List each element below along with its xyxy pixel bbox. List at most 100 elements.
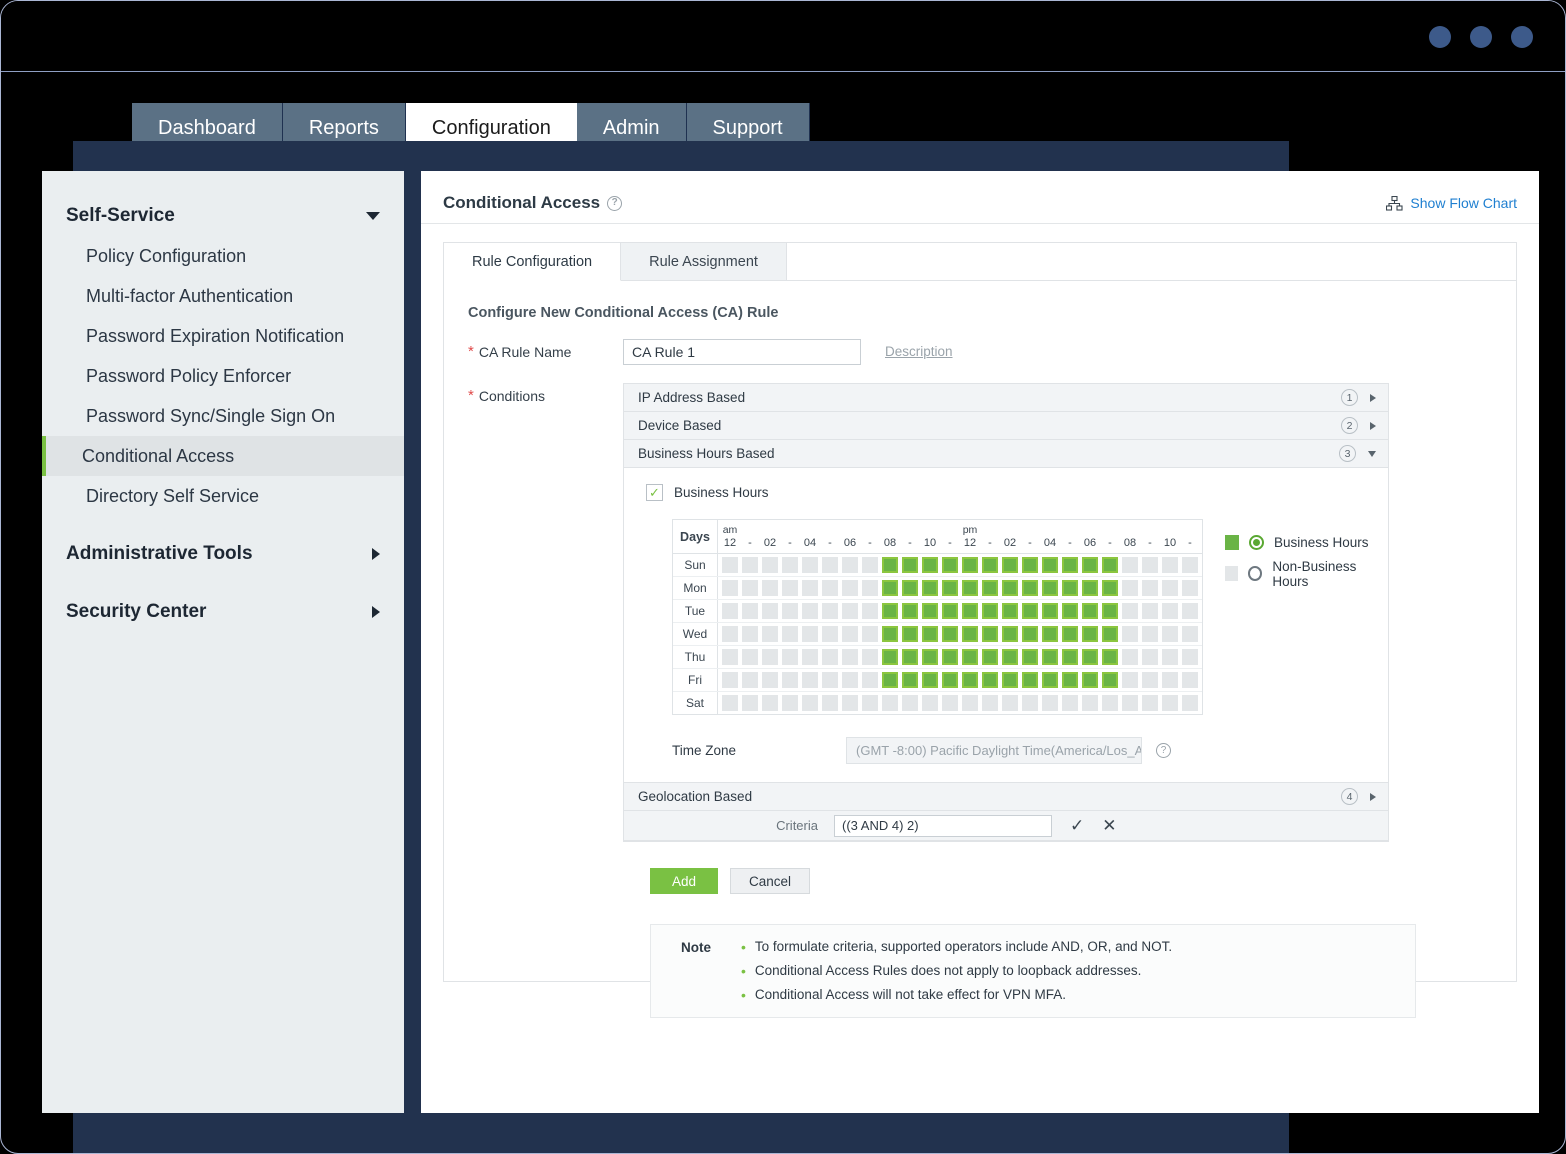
hour-cell[interactable] <box>922 626 938 642</box>
window-dot-2[interactable] <box>1470 26 1492 48</box>
hour-cell[interactable] <box>742 672 758 688</box>
hour-cell[interactable] <box>962 557 978 573</box>
hour-cell[interactable] <box>842 672 858 688</box>
sidebar-group-self-service[interactable]: Self-Service <box>42 196 404 236</box>
hour-cell[interactable] <box>1162 557 1178 573</box>
hour-cell[interactable] <box>862 603 878 619</box>
hour-cell[interactable] <box>762 557 778 573</box>
hour-cell[interactable] <box>902 626 918 642</box>
hour-cell[interactable] <box>1042 695 1058 711</box>
hour-cell[interactable] <box>822 672 838 688</box>
hour-cell[interactable] <box>962 626 978 642</box>
hour-cell[interactable] <box>882 603 898 619</box>
hour-cell[interactable] <box>802 649 818 665</box>
hour-cell[interactable] <box>1042 649 1058 665</box>
hour-cell[interactable] <box>782 626 798 642</box>
hour-cell[interactable] <box>982 603 998 619</box>
hour-cell[interactable] <box>1182 603 1198 619</box>
hour-cell[interactable] <box>1162 695 1178 711</box>
hour-cell[interactable] <box>1162 580 1178 596</box>
help-circle-icon[interactable]: ? <box>607 195 623 211</box>
hour-cell[interactable] <box>722 557 738 573</box>
hour-cell[interactable] <box>822 603 838 619</box>
hour-cell[interactable] <box>1122 695 1138 711</box>
hour-cell[interactable] <box>842 557 858 573</box>
hour-cell[interactable] <box>942 626 958 642</box>
hour-cell[interactable] <box>722 695 738 711</box>
business-hours-checkbox[interactable]: ✓ <box>646 484 663 501</box>
hour-cell[interactable] <box>1022 603 1038 619</box>
hour-cell[interactable] <box>902 603 918 619</box>
hour-cell[interactable] <box>1062 557 1078 573</box>
hour-cell[interactable] <box>1182 626 1198 642</box>
hour-cell[interactable] <box>862 672 878 688</box>
hour-cell[interactable] <box>1002 580 1018 596</box>
hour-cell[interactable] <box>802 603 818 619</box>
hour-cell[interactable] <box>882 672 898 688</box>
hour-cell[interactable] <box>842 580 858 596</box>
sidebar-item-directory-self-service[interactable]: Directory Self Service <box>42 476 404 516</box>
sidebar-item-multi-factor-authentication[interactable]: Multi-factor Authentication <box>42 276 404 316</box>
legend-radio-non-business-hours[interactable] <box>1248 566 1263 581</box>
hour-cell[interactable] <box>1022 626 1038 642</box>
hour-cell[interactable] <box>722 580 738 596</box>
hour-cell[interactable] <box>742 626 758 642</box>
hour-cell[interactable] <box>922 603 938 619</box>
hour-cell[interactable] <box>1182 672 1198 688</box>
hour-cell[interactable] <box>982 580 998 596</box>
hour-cell[interactable] <box>1182 557 1198 573</box>
hour-cell[interactable] <box>722 672 738 688</box>
hour-cell[interactable] <box>1002 557 1018 573</box>
hour-cell[interactable] <box>802 580 818 596</box>
hour-cell[interactable] <box>1142 649 1158 665</box>
help-circle-icon[interactable]: ? <box>1156 743 1171 758</box>
hour-cell[interactable] <box>1022 557 1038 573</box>
hour-cell[interactable] <box>1122 626 1138 642</box>
hour-cell[interactable] <box>762 626 778 642</box>
hour-cell[interactable] <box>1082 672 1098 688</box>
hour-cell[interactable] <box>1062 603 1078 619</box>
sidebar-item-policy-configuration[interactable]: Policy Configuration <box>42 236 404 276</box>
hour-cell[interactable] <box>1082 580 1098 596</box>
hour-cell[interactable] <box>982 672 998 688</box>
hour-cell[interactable] <box>1102 695 1118 711</box>
timezone-select[interactable]: (GMT -8:00) Pacific Daylight Time(Americ… <box>846 737 1142 764</box>
hour-cell[interactable] <box>1102 557 1118 573</box>
hour-cell[interactable] <box>742 580 758 596</box>
hour-cell[interactable] <box>1122 557 1138 573</box>
hour-cell[interactable] <box>1182 649 1198 665</box>
legend-row-business-hours[interactable]: Business Hours <box>1225 527 1388 558</box>
hour-cell[interactable] <box>822 557 838 573</box>
hour-cell[interactable] <box>762 603 778 619</box>
hour-cell[interactable] <box>1082 603 1098 619</box>
hour-cell[interactable] <box>1102 580 1118 596</box>
hour-cell[interactable] <box>902 580 918 596</box>
hour-cell[interactable] <box>982 695 998 711</box>
hour-cell[interactable] <box>802 695 818 711</box>
check-icon[interactable]: ✓ <box>1070 816 1084 836</box>
hour-cell[interactable] <box>1002 649 1018 665</box>
hour-cell[interactable] <box>1122 672 1138 688</box>
hour-cell[interactable] <box>982 557 998 573</box>
hour-cell[interactable] <box>942 649 958 665</box>
hour-cell[interactable] <box>722 603 738 619</box>
add-button[interactable]: Add <box>650 868 719 894</box>
hour-cell[interactable] <box>1002 626 1018 642</box>
hour-cell[interactable] <box>1122 603 1138 619</box>
ca-rule-name-input[interactable] <box>623 339 861 365</box>
hour-cell[interactable] <box>1042 580 1058 596</box>
hour-cell[interactable] <box>822 649 838 665</box>
hour-cell[interactable] <box>922 580 938 596</box>
hour-cell[interactable] <box>1042 557 1058 573</box>
description-link[interactable]: Description <box>885 339 953 359</box>
window-controls[interactable] <box>1429 26 1533 48</box>
hour-cell[interactable] <box>1102 649 1118 665</box>
hour-cell[interactable] <box>1022 649 1038 665</box>
hour-cell[interactable] <box>842 695 858 711</box>
hour-cell[interactable] <box>1162 626 1178 642</box>
hour-cell[interactable] <box>1022 695 1038 711</box>
hour-cell[interactable] <box>722 649 738 665</box>
hour-cell[interactable] <box>762 580 778 596</box>
hour-cell[interactable] <box>1082 557 1098 573</box>
hour-cell[interactable] <box>802 626 818 642</box>
